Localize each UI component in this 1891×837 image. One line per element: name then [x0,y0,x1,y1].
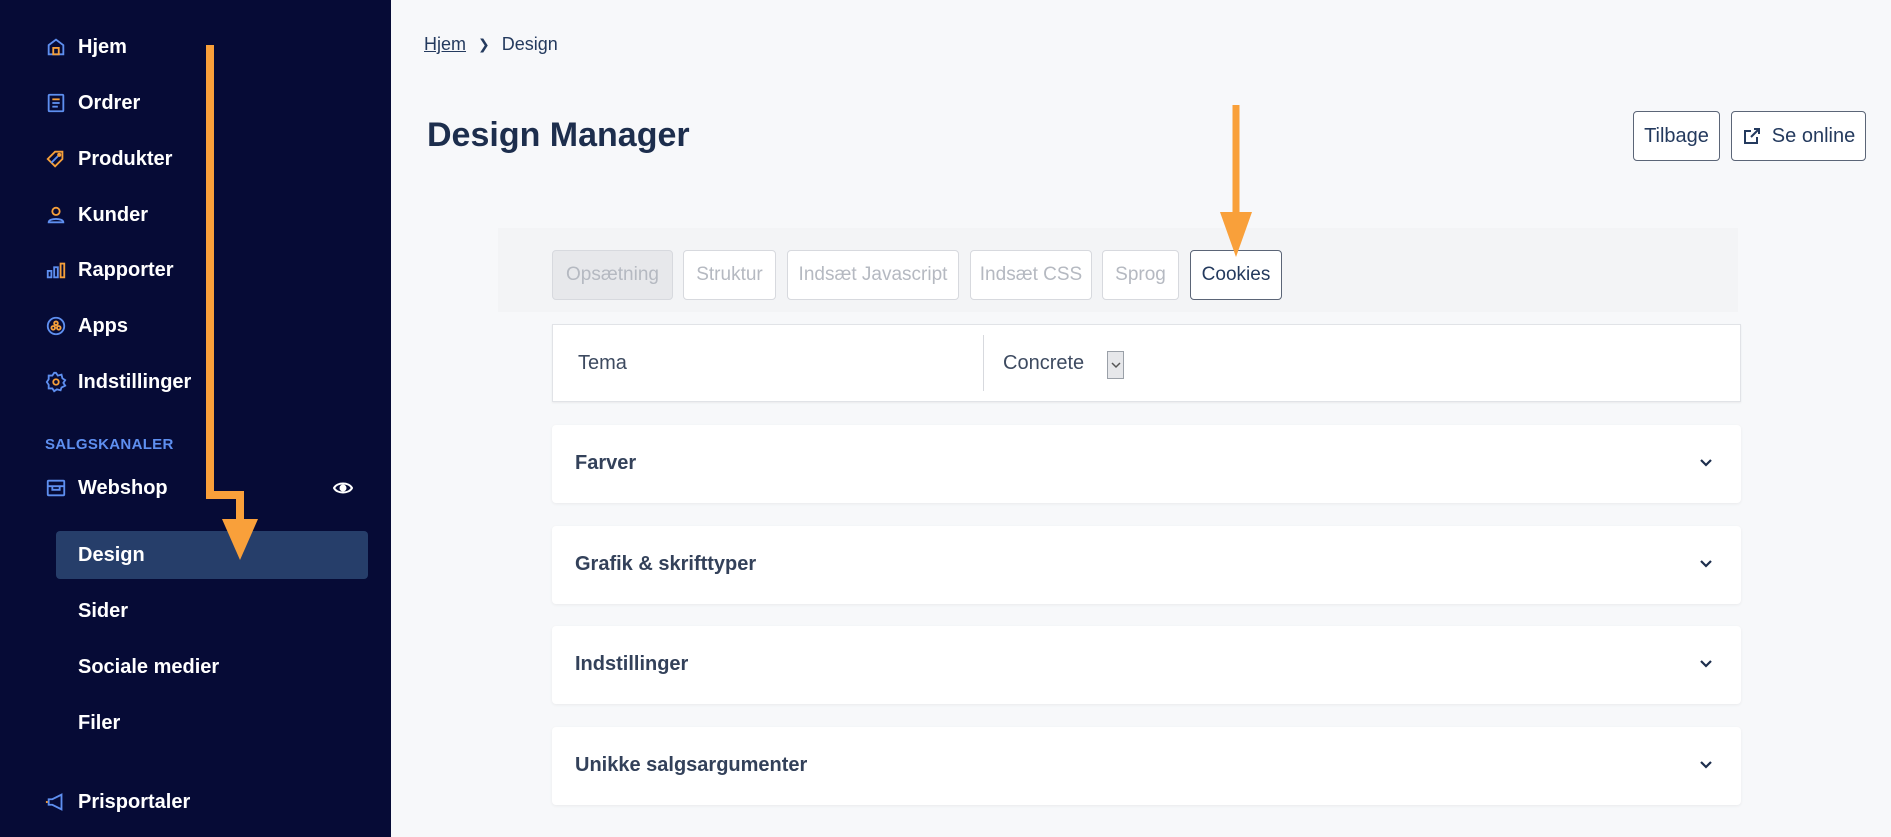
sidebar-item-apps[interactable]: Apps [44,308,128,344]
gear-icon [44,370,68,394]
tab-indsaet-css[interactable]: Indsæt CSS [970,250,1092,300]
sidebar-item-label: Kunder [78,203,148,226]
tab-sprog[interactable]: Sprog [1102,250,1179,300]
tab-indsaet-javascript[interactable]: Indsæt Javascript [787,250,959,300]
tab-label: Struktur [696,264,763,285]
accordion-label: Grafik & skrifttyper [575,553,757,575]
sidebar-item-label: Apps [78,314,128,337]
accordion-label: Unikke salgsargumenter [575,754,808,776]
sidebar-item-produkter[interactable]: Produkter [44,141,172,177]
accordion-farver[interactable]: Farver [552,425,1741,503]
accordion-label: Farver [575,452,637,474]
back-button[interactable]: Tilbage [1633,111,1720,161]
breadcrumb: Hjem ❯ Design [424,34,558,55]
view-online-button[interactable]: Se online [1731,111,1866,161]
orders-icon [44,91,68,115]
tab-label: Opsætning [566,264,659,285]
tab-opsaetning[interactable]: Opsætning [552,250,673,300]
view-online-label: Se online [1771,124,1856,147]
storefront-icon [44,476,68,500]
chevron-right-icon: ❯ [478,36,490,52]
sidebar-subitem-sociale-medier[interactable]: Sociale medier [56,643,368,691]
sidebar-item-label: Indstillinger [78,370,192,393]
tema-dropdown-button[interactable] [1107,351,1124,379]
tab-label: Sprog [1115,264,1166,285]
eye-icon[interactable] [331,476,355,500]
sidebar-item-rapporter[interactable]: Rapporter [44,252,174,288]
breadcrumb-home-link[interactable]: Hjem [424,34,466,55]
tab-struktur[interactable]: Struktur [683,250,776,300]
accordion-label: Indstillinger [575,653,689,675]
section-label-salgskanaler: SALGSKANALER [45,436,174,453]
sidebar-item-label: Hjem [78,35,127,58]
tag-icon [44,147,68,171]
tab-label: Cookies [1201,264,1271,285]
back-button-label: Tilbage [1644,124,1709,147]
sidebar-item-label: Ordrer [78,91,141,114]
chevron-down-icon [1110,362,1121,369]
chevron-down-icon [1700,560,1712,568]
sidebar-subitem-filer[interactable]: Filer [56,699,368,747]
chevron-down-icon [1700,660,1712,668]
sidebar-subitem-design[interactable]: Design [56,531,368,579]
tema-label: Tema [578,352,627,374]
accordion-unikke-salgsargumenter[interactable]: Unikke salgsargumenter [552,727,1741,805]
megaphone-icon [44,790,68,814]
chevron-down-icon [1700,459,1712,467]
sidebar-subitem-label: Filer [78,711,121,734]
external-link-icon [1742,126,1762,146]
sidebar-item-kunder[interactable]: Kunder [44,197,148,233]
user-icon [44,203,68,227]
tab-cookies[interactable]: Cookies [1190,250,1282,300]
tema-row: Tema Concrete [552,324,1741,402]
page-title: Design Manager [427,116,690,154]
sidebar-item-label: Produkter [78,147,173,170]
bar-chart-icon [44,258,68,282]
sidebar-item-ordrer[interactable]: Ordrer [44,85,140,121]
sidebar-item-webshop[interactable]: Webshop [44,470,168,506]
sidebar: Hjem Ordrer Produkter Kunder Rapporter A… [0,0,391,837]
tab-label: Indsæt Javascript [798,264,948,285]
sidebar-subitem-sider[interactable]: Sider [56,587,368,635]
apps-icon [44,314,68,338]
accordion-grafik-skrifttyper[interactable]: Grafik & skrifttyper [552,526,1741,604]
sidebar-subitem-label: Sociale medier [78,655,220,678]
breadcrumb-current: Design [501,34,558,54]
accordion-indstillinger[interactable]: Indstillinger [552,626,1741,704]
sidebar-item-prisportaler[interactable]: Prisportaler [44,784,190,820]
divider [983,335,984,391]
chevron-down-icon [1700,761,1712,769]
sidebar-subitem-label: Design [78,543,145,566]
sidebar-item-hjem[interactable]: Hjem [44,29,127,65]
home-icon [44,35,68,59]
tab-label: Indsæt CSS [979,264,1083,285]
sidebar-item-label: Rapporter [78,258,174,281]
sidebar-item-label: Webshop [78,476,168,499]
sidebar-item-indstillinger[interactable]: Indstillinger [44,364,191,400]
sidebar-item-label: Prisportaler [78,790,191,813]
tema-select-value[interactable]: Concrete [1003,352,1084,375]
sidebar-subitem-label: Sider [78,599,129,622]
